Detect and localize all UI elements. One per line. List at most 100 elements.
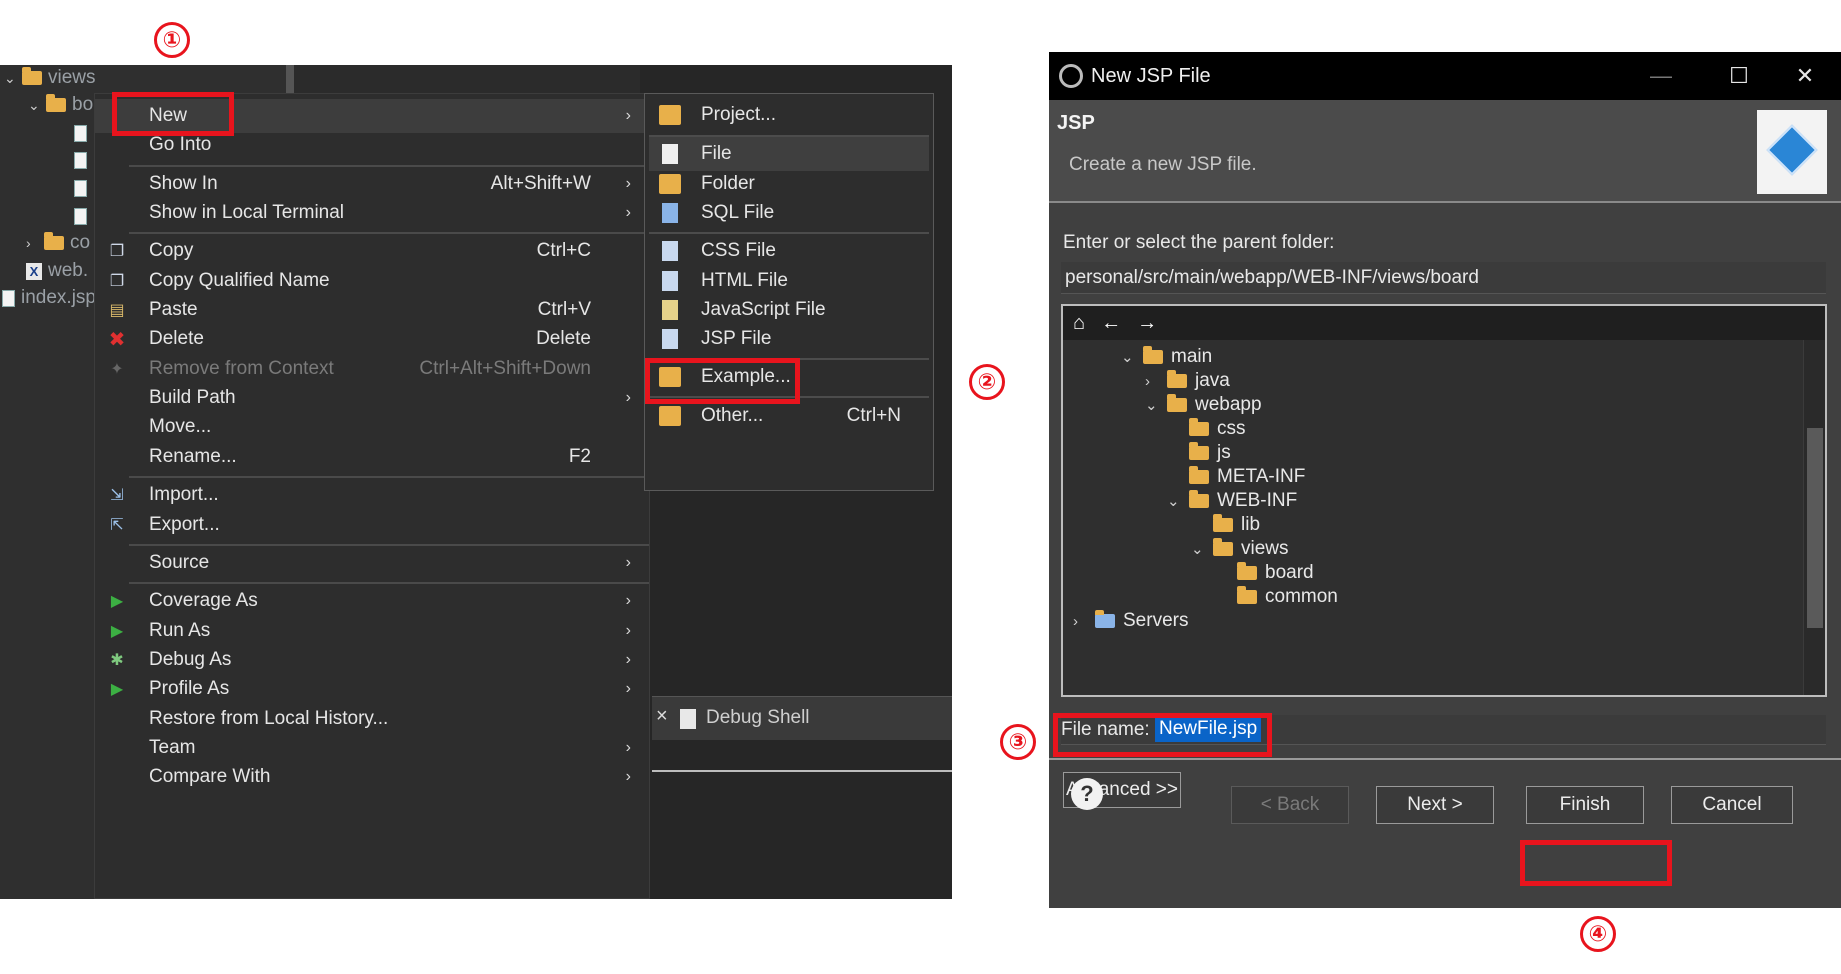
tree-item-common[interactable]: common	[1237, 584, 1338, 610]
new-folder-icon	[659, 174, 681, 194]
explorer-file-3[interactable]	[74, 175, 87, 201]
eclipse-icon	[1059, 64, 1083, 88]
css-file-icon	[662, 241, 678, 261]
jsp-file-icon	[2, 289, 15, 307]
server-folder-icon	[1095, 610, 1115, 628]
explorer-file-2[interactable]	[74, 147, 87, 173]
tree-item-main[interactable]: ⌄ main	[1121, 344, 1212, 370]
parent-folder-input[interactable]: personal/src/main/webapp/WEB-INF/views/b…	[1061, 262, 1826, 294]
menu-item-rename[interactable]: Rename... F2	[95, 440, 649, 474]
submenu-arrow-icon: ›	[625, 739, 631, 756]
folder-icon	[1189, 466, 1209, 484]
forward-arrow-icon[interactable]: →	[1137, 312, 1157, 335]
tree-item-web-inf[interactable]: ⌄ WEB-INF	[1167, 488, 1297, 514]
submenu-arrow-icon: ›	[625, 175, 631, 192]
tree-item-webapp[interactable]: ⌄ webapp	[1145, 392, 1262, 418]
submenu-item-other[interactable]: Other... Ctrl+N	[649, 399, 929, 433]
highlight-new	[112, 92, 234, 136]
submenu-arrow-icon: ›	[625, 680, 631, 697]
folder-icon	[22, 67, 42, 85]
next-button[interactable]: Next >	[1376, 786, 1494, 824]
step-4-badge: ④	[1580, 916, 1616, 952]
folder-icon	[1189, 418, 1209, 436]
button-bar-separator	[1049, 758, 1841, 760]
submenu-arrow-icon: ›	[625, 592, 631, 609]
bug-icon: ✱	[110, 652, 124, 669]
wizard-title: JSP	[1057, 112, 1095, 134]
maximize-button[interactable]: ☐	[1709, 52, 1769, 100]
minimize-button[interactable]: —	[1631, 52, 1691, 100]
scrollbar-thumb[interactable]	[1807, 428, 1823, 628]
chevron-right-icon: ›	[26, 235, 31, 251]
menu-item-move[interactable]: Move...	[95, 410, 649, 444]
finish-button[interactable]: Finish	[1526, 786, 1644, 824]
explorer-scrollbar[interactable]	[286, 65, 294, 95]
debug-shell-icon	[680, 709, 696, 729]
sql-file-icon	[662, 203, 678, 223]
submenu-arrow-icon: ›	[625, 622, 631, 639]
xml-file-icon: X	[26, 262, 42, 280]
submenu-arrow-icon: ›	[625, 204, 631, 221]
highlight-finish	[1520, 840, 1672, 886]
tree-item-board[interactable]: board	[1237, 560, 1314, 586]
tree-item-css[interactable]: css	[1189, 416, 1246, 442]
explorer-item-views[interactable]: ⌄ views	[4, 65, 96, 91]
jsp-file-icon	[662, 329, 678, 349]
submenu-arrow-icon: ›	[625, 651, 631, 668]
tree-item-java[interactable]: › java	[1145, 368, 1230, 394]
cancel-button[interactable]: Cancel	[1671, 786, 1793, 824]
home-icon[interactable]: ⌂	[1073, 312, 1085, 335]
submenu-item-css-file[interactable]: CSS File	[649, 234, 929, 268]
menu-item-show-in-local-terminal[interactable]: Show in Local Terminal ›	[95, 196, 649, 230]
copy-icon: ❐	[109, 243, 125, 260]
menu-item-source[interactable]: Source ›	[95, 546, 649, 580]
coverage-icon: ▶	[110, 593, 124, 610]
explorer-item-board[interactable]: ⌄ bo	[28, 92, 93, 118]
chevron-down-icon: ⌄	[28, 96, 40, 113]
chevron-right-icon: ›	[1073, 612, 1078, 630]
submenu-item-sql-file[interactable]: SQL File	[649, 196, 929, 230]
run-icon: ▶	[110, 623, 124, 640]
highlight-jsp-file	[645, 358, 800, 404]
tab-close-icon[interactable]: ×	[656, 705, 668, 728]
dialog-titlebar: New JSP File — ☐ ✕	[1049, 52, 1841, 100]
new-file-icon	[662, 144, 678, 164]
menu-item-import[interactable]: ⇲ Import...	[95, 478, 649, 512]
chevron-down-icon: ⌄	[4, 69, 16, 86]
chevron-down-icon: ⌄	[1191, 541, 1204, 558]
copy-qualified-icon: ❐	[109, 273, 125, 290]
tree-scrollbar[interactable]	[1803, 340, 1825, 695]
step-3-badge: ③	[1000, 724, 1036, 760]
new-jsp-file-dialog: New JSP File — ☐ ✕ JSP Create a new JSP …	[1049, 52, 1841, 908]
tree-item-meta-inf[interactable]: META-INF	[1189, 464, 1305, 490]
submenu-item-file[interactable]: File	[649, 137, 929, 171]
explorer-item-index-jsp[interactable]: index.jsp	[2, 285, 96, 311]
tab-debug-shell[interactable]: Debug Shell	[706, 707, 810, 729]
menu-item-copy[interactable]: ❐ Copy Ctrl+C	[95, 234, 649, 268]
export-icon: ⇱	[110, 517, 124, 534]
help-icon[interactable]: ?	[1071, 778, 1103, 810]
menu-item-compare-with[interactable]: Compare With ›	[95, 760, 649, 794]
explorer-file-4[interactable]	[74, 203, 87, 229]
menu-item-profile-as[interactable]: ▶ Profile As ›	[95, 672, 649, 706]
submenu-item-project[interactable]: Project...	[649, 98, 929, 132]
dialog-title: New JSP File	[1091, 64, 1211, 87]
explorer-file-1[interactable]	[74, 120, 87, 146]
html-file-icon	[662, 271, 678, 291]
debug-shell-panel	[652, 770, 952, 899]
explorer-item-common[interactable]: › co	[26, 230, 90, 256]
close-button[interactable]: ✕	[1775, 52, 1835, 100]
explorer-item-web-xml[interactable]: X web.	[26, 258, 88, 284]
back-arrow-icon[interactable]: ←	[1101, 312, 1121, 335]
menu-item-coverage-as[interactable]: ▶ Coverage As ›	[95, 584, 649, 618]
tree-item-lib[interactable]: lib	[1213, 512, 1260, 538]
menu-item-export[interactable]: ⇱ Export...	[95, 508, 649, 542]
tree-item-servers[interactable]: › Servers	[1073, 608, 1188, 634]
submenu-item-jsp-file[interactable]: JSP File	[649, 322, 929, 356]
tree-item-views[interactable]: ⌄ views	[1191, 536, 1289, 562]
folder-tree: ⌂ ← → ⌄ main › java ⌄ webapp css js META-IN…	[1061, 304, 1827, 697]
menu-item-delete[interactable]: ✖ Delete Delete	[95, 322, 649, 356]
jsp-file-icon	[74, 179, 87, 197]
tree-item-js[interactable]: js	[1189, 440, 1231, 466]
jsp-wizard-icon	[1757, 110, 1827, 194]
